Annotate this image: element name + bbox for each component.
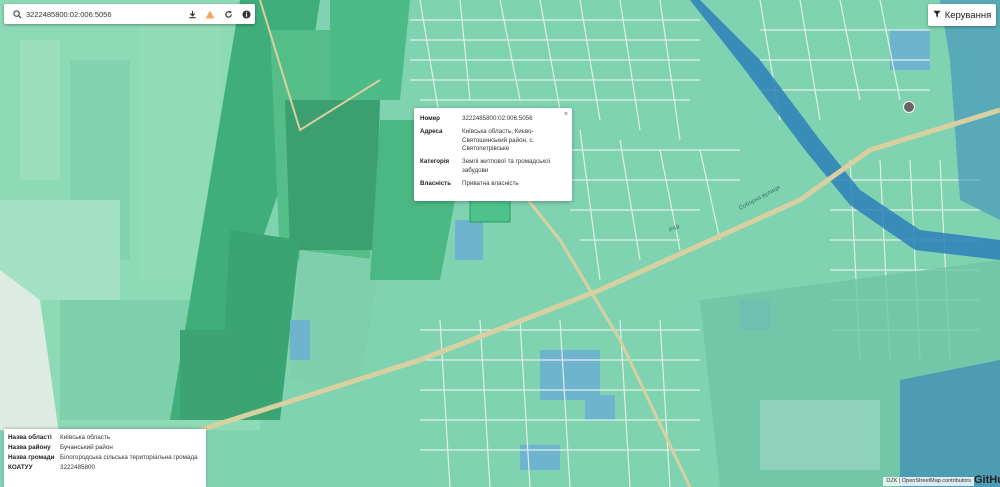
table-row: КОАТУУ 3222485800 xyxy=(8,462,202,472)
popup-value: Землі житлової та громадської забудови xyxy=(462,158,551,174)
map-attribution[interactable]: DZK | OpenStreetMap contributors xyxy=(883,477,974,486)
search-bar xyxy=(4,4,255,24)
refresh-icon[interactable] xyxy=(219,4,237,24)
popup-value: Київська область, Києво-Святошинський ра… xyxy=(462,128,535,153)
info-icon[interactable] xyxy=(237,4,255,24)
table-row: Категорія Землі житлової та громадської з… xyxy=(420,157,560,179)
region-info-table: Назва області Київська область Назва райо… xyxy=(8,433,202,472)
popup-key: Номер xyxy=(420,115,440,122)
popup-key: Категорія xyxy=(420,158,450,166)
parcels-bottom-right xyxy=(700,260,1000,487)
popup-value: 3222485800:02:006:5056 xyxy=(462,115,533,122)
info-value: Бучанський район xyxy=(60,444,113,452)
controls-button[interactable]: Керування xyxy=(928,4,996,26)
cadastral-map[interactable]: Соборна вулиця Р69 xyxy=(0,0,1000,487)
info-value: 3222485800 xyxy=(60,463,96,471)
controls-label: Керування xyxy=(944,9,992,21)
table-row: Адреса Київська область, Києво-Святошинсь… xyxy=(420,127,560,157)
popup-key: Адреса xyxy=(420,128,443,136)
popup-value: Приватна власність xyxy=(462,180,519,188)
table-row: Назва району Бучанський район xyxy=(8,443,202,453)
warning-icon[interactable] xyxy=(201,4,219,24)
info-key: Назва області xyxy=(8,434,52,442)
table-row: Назва області Київська область xyxy=(8,433,202,443)
info-value: Білогородська сільська територіальна гро… xyxy=(60,453,198,461)
parcel-popup: × Номер 3222485800:02:006:5056 Адреса Київ… xyxy=(414,108,572,201)
close-icon[interactable]: × xyxy=(564,111,568,118)
info-key: Назва району xyxy=(8,444,51,452)
selected-parcel xyxy=(469,199,511,223)
github-link[interactable]: GitHub xyxy=(974,474,1000,487)
table-row: Власність Приватна власність xyxy=(420,179,560,192)
download-icon[interactable] xyxy=(183,4,201,24)
filter-icon xyxy=(933,10,941,21)
region-info-panel: Назва області Київська область Назва райо… xyxy=(4,429,206,487)
search-icon[interactable] xyxy=(10,4,24,24)
table-row: Номер 3222485800:02:006:5056 xyxy=(420,114,560,127)
info-key: КОАТУУ xyxy=(8,463,33,471)
info-key: Назва громади xyxy=(8,453,55,461)
table-row: Назва громади Білогородська сільська тери… xyxy=(8,453,202,463)
info-value: Київська область xyxy=(60,434,111,442)
search-input[interactable] xyxy=(24,5,183,23)
parcel-info-table: Номер 3222485800:02:006:5056 Адреса Київсь… xyxy=(420,114,560,193)
map-pin-icon[interactable] xyxy=(903,101,915,113)
popup-key: Власність xyxy=(420,180,452,188)
